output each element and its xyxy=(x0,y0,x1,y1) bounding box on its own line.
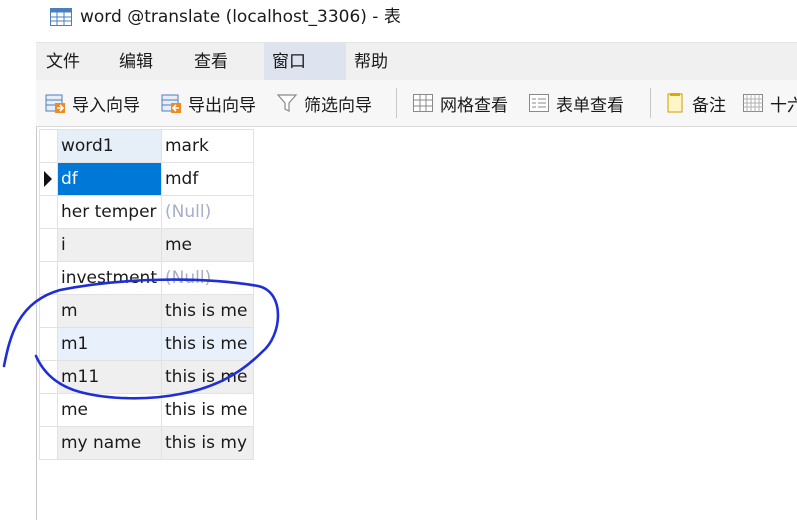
table-row[interactable]: her temper (Null) xyxy=(39,195,254,229)
header-row: word1 mark xyxy=(39,129,254,163)
filter-icon xyxy=(276,94,298,112)
grid-view-label: 网格查看 xyxy=(440,95,508,116)
menu-help[interactable]: 帮助 xyxy=(346,43,396,81)
row-indicator xyxy=(39,228,58,262)
cell-word1[interactable]: i xyxy=(57,228,162,262)
row-indicator xyxy=(39,162,58,196)
table-row[interactable]: m11 this is me xyxy=(39,360,254,394)
column-header-mark[interactable]: mark xyxy=(161,129,254,163)
menu-file[interactable]: 文件 xyxy=(38,43,88,81)
hex-label: 十六 xyxy=(770,95,797,116)
data-grid: word1 mark df mdf her temper (Null) i me… xyxy=(36,127,797,520)
table-row[interactable]: m this is me xyxy=(39,294,254,328)
form-icon xyxy=(529,94,549,112)
table-row[interactable]: investment (Null) xyxy=(39,261,254,295)
menu-bar: 文件 编辑 查看 窗口 帮助 xyxy=(36,42,797,81)
menu-view[interactable]: 查看 xyxy=(186,43,236,81)
toolbar-separator xyxy=(650,88,651,118)
table-row[interactable]: me this is me xyxy=(39,393,254,427)
row-indicator xyxy=(39,261,58,295)
export-icon xyxy=(161,94,181,113)
filter-wizard-button[interactable]: 筛选向导 xyxy=(276,80,372,126)
cell-word1[interactable]: my name xyxy=(57,426,162,460)
row-indicator xyxy=(39,426,58,460)
row-indicator xyxy=(39,393,58,427)
cell-mark[interactable]: this is me xyxy=(161,393,254,427)
import-icon xyxy=(45,94,65,113)
cell-mark[interactable]: this is me xyxy=(161,360,254,394)
cell-mark[interactable]: (Null) xyxy=(161,261,254,295)
hex-button[interactable]: 十六 xyxy=(742,80,797,126)
form-view-button[interactable]: 表单查看 xyxy=(528,80,624,126)
table-row[interactable]: m1 this is me xyxy=(39,327,254,361)
cell-word1[interactable]: m11 xyxy=(57,360,162,394)
toolbar-separator xyxy=(396,88,397,118)
row-indicator xyxy=(39,360,58,394)
row-indicator xyxy=(39,195,58,229)
cell-word1[interactable]: df xyxy=(57,162,162,196)
grid-icon xyxy=(413,94,433,112)
row-indicator xyxy=(39,327,58,361)
filter-wizard-label: 筛选向导 xyxy=(304,95,372,116)
cell-word1[interactable]: m xyxy=(57,294,162,328)
cell-mark[interactable]: me xyxy=(161,228,254,262)
row-indicator xyxy=(39,129,58,163)
cell-mark[interactable]: this is my xyxy=(161,426,254,460)
menu-window[interactable]: 窗口 xyxy=(264,43,346,81)
cell-mark[interactable]: (Null) xyxy=(161,195,254,229)
hex-grid-icon xyxy=(743,94,763,112)
export-wizard-button[interactable]: 导出向导 xyxy=(160,80,256,126)
import-wizard-label: 导入向导 xyxy=(72,95,140,116)
current-row-arrow-icon xyxy=(44,171,52,187)
memo-button[interactable]: 备注 xyxy=(664,80,726,126)
memo-label: 备注 xyxy=(692,95,726,116)
cell-word1[interactable]: me xyxy=(57,393,162,427)
table-row[interactable]: df mdf xyxy=(39,162,254,196)
cell-word1[interactable]: m1 xyxy=(57,327,162,361)
table-row[interactable]: my name this is my xyxy=(39,426,254,460)
toolbar: 导入向导 导出向导 筛选向导 网格查看 表单查看 备注 十六 xyxy=(36,80,797,127)
title-bar: word @translate (localhost_3306) - 表 xyxy=(0,0,797,38)
memo-icon xyxy=(667,93,683,113)
cell-mark[interactable]: this is me xyxy=(161,327,254,361)
export-wizard-label: 导出向导 xyxy=(188,95,256,116)
row-indicator xyxy=(39,294,58,328)
menu-edit[interactable]: 编辑 xyxy=(111,43,161,81)
column-header-word1[interactable]: word1 xyxy=(57,129,162,163)
import-wizard-button[interactable]: 导入向导 xyxy=(44,80,140,126)
cell-word1[interactable]: her temper xyxy=(57,195,162,229)
cell-word1[interactable]: investment xyxy=(57,261,162,295)
table-grid: word1 mark df mdf her temper (Null) i me… xyxy=(39,129,254,460)
table-row[interactable]: i me xyxy=(39,228,254,262)
form-view-label: 表单查看 xyxy=(556,95,624,116)
grid-view-button[interactable]: 网格查看 xyxy=(412,80,508,126)
cell-mark[interactable]: this is me xyxy=(161,294,254,328)
window-title: word @translate (localhost_3306) - 表 xyxy=(80,7,401,27)
table-icon xyxy=(50,8,72,26)
cell-mark[interactable]: mdf xyxy=(161,162,254,196)
